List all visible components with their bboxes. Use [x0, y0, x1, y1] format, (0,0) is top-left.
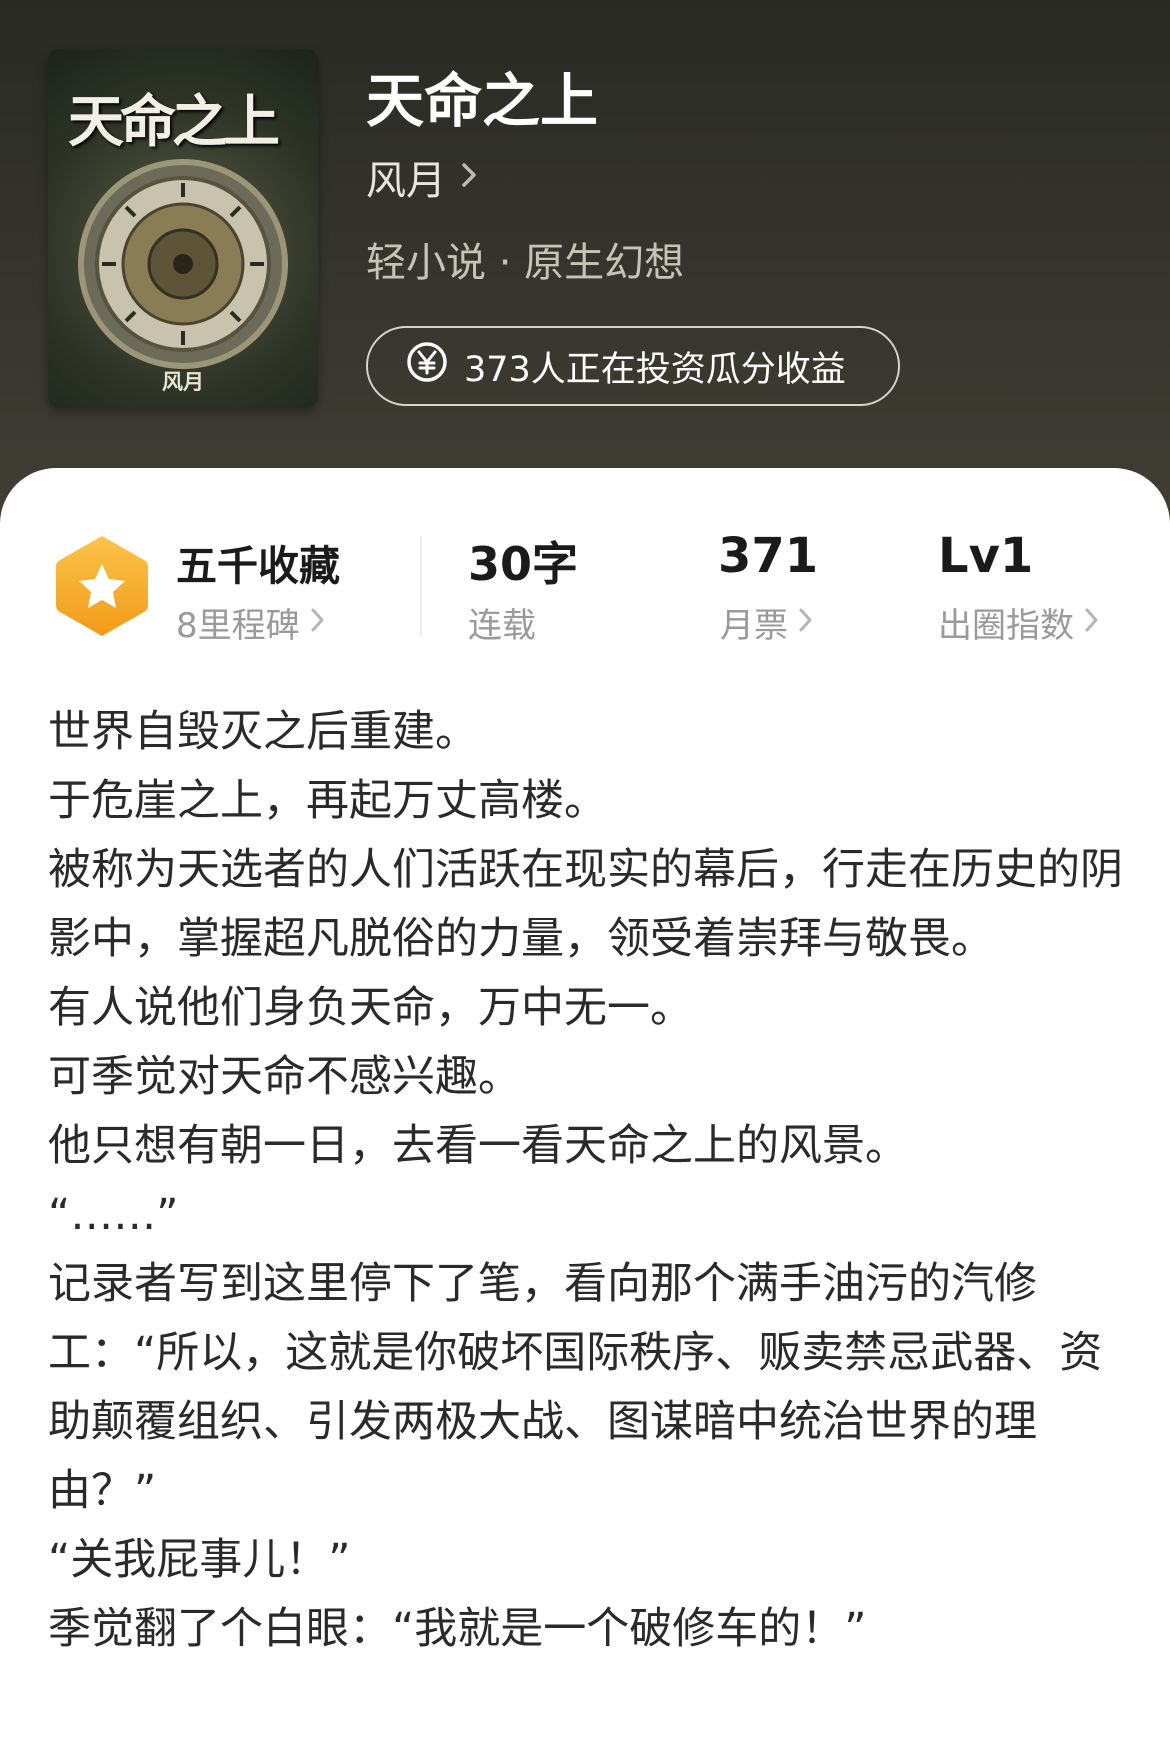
- invest-button[interactable]: 373人正在投资瓜分收益: [366, 326, 900, 406]
- invest-text: 373人正在投资瓜分收益: [464, 349, 846, 390]
- popularity-level-label: 出圈指数: [938, 598, 1100, 647]
- monthly-votes-label-text: 月票: [720, 606, 788, 646]
- badge-title: 五千收藏: [176, 542, 340, 590]
- cover-title-art: 天命之上: [68, 89, 280, 155]
- description-line: 他只想有朝一日，去看一看天命之上的风景。: [48, 1121, 908, 1171]
- badge-subtitle-text: 8里程碑: [176, 606, 300, 646]
- cover-clock-illustration: [78, 159, 288, 369]
- chevron-right-icon: [798, 603, 814, 643]
- book-description: 世界自毁灭之后重建。 于危崖之上，再起万丈高楼。 被称为天选者的人们活跃在现实的…: [48, 698, 1128, 1664]
- description-line: 世界自毁灭之后重建。: [48, 707, 478, 757]
- star-hexagon-badge-icon: [52, 532, 152, 644]
- author-name: 风月: [366, 158, 446, 204]
- chevron-right-icon: [1084, 603, 1100, 643]
- description-line: 记录者写到这里停下了笔，看向那个满手油污的汽修工：“所以，这就是你破坏国际秩序、…: [48, 1259, 1103, 1516]
- monthly-votes-value: 371: [718, 528, 819, 584]
- description-line: 有人说他们身负天命，万中无一。: [48, 983, 693, 1033]
- description-line: 季觉翻了个白眼：“我就是一个破修车的！”: [48, 1604, 867, 1654]
- description-line: “……”: [48, 1190, 179, 1240]
- word-count-label: 连载: [468, 598, 536, 647]
- word-count-value: 30字: [468, 537, 579, 591]
- chevron-right-icon: [460, 154, 478, 200]
- book-cover[interactable]: 天命之上 风月: [48, 49, 318, 408]
- word-count-label-text: 连载: [468, 606, 536, 646]
- stats-divider: [420, 536, 422, 636]
- cover-author-art: 风月: [162, 369, 204, 394]
- author-link[interactable]: 风月: [366, 153, 478, 204]
- badge-subtitle: 8里程碑: [176, 598, 326, 647]
- chevron-right-icon: [310, 603, 326, 643]
- description-line: 于危崖之上，再起万丈高楼。: [48, 776, 607, 826]
- yen-coin-icon: [406, 341, 448, 392]
- book-title: 天命之上: [366, 67, 599, 135]
- description-line: “关我屁事儿！”: [48, 1535, 351, 1585]
- description-line: 被称为天选者的人们活跃在现实的幕后，行走在历史的阴影中，掌握超凡脱俗的力量，领受…: [48, 845, 1123, 964]
- popularity-level-label-text: 出圈指数: [938, 606, 1074, 646]
- popularity-level-value: Lv1: [938, 528, 1034, 584]
- book-tags: 轻小说 · 原生幻想: [366, 240, 685, 286]
- monthly-votes-label: 月票: [720, 598, 814, 647]
- description-line: 可季觉对天命不感兴趣。: [48, 1052, 521, 1102]
